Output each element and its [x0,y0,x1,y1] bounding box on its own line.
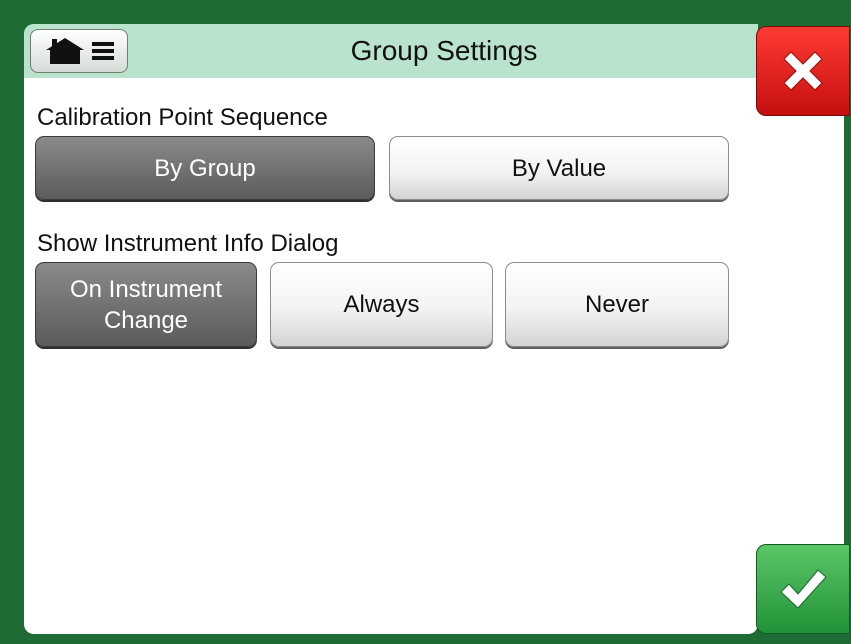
menu-icon [92,42,114,60]
home-menu-button[interactable] [30,29,128,73]
never-button[interactable]: Never [505,262,729,347]
close-icon [783,51,823,91]
close-button[interactable] [756,26,850,116]
checkmark-icon [780,569,827,609]
instrument-info-label: Show Instrument Info Dialog [37,230,339,257]
ok-button[interactable] [756,544,850,634]
by-value-button[interactable]: By Value [389,136,729,200]
by-group-button[interactable]: By Group [35,136,375,200]
side-panel [756,110,844,550]
always-button[interactable]: Always [270,262,493,347]
calibration-sequence-label: Calibration Point Sequence [37,104,328,131]
home-icon [46,38,84,64]
page-title: Group Settings [350,35,538,66]
on-instrument-change-button[interactable]: On Instrument Change [35,262,257,347]
